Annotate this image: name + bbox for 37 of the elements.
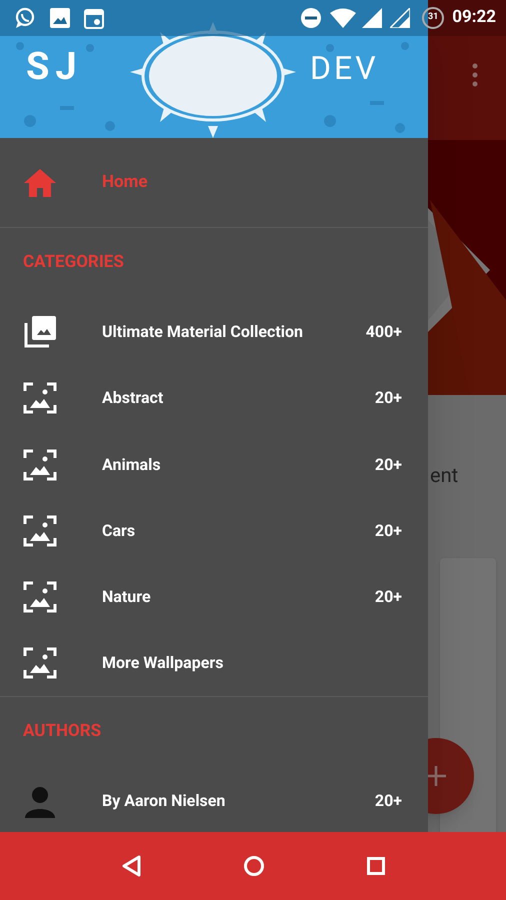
- drawer-item[interactable]: Abstract 20+: [0, 364, 428, 431]
- image-icon: [50, 8, 70, 28]
- item-count: 20+: [374, 520, 402, 542]
- drawer-item[interactable]: Cars 20+: [0, 496, 428, 564]
- do-not-disturb-icon: [300, 7, 322, 29]
- item-count: 20+: [374, 586, 402, 608]
- drawer-item[interactable]: Ultimate Material Collection 400+: [0, 298, 428, 364]
- back-icon[interactable]: [121, 855, 141, 877]
- drawer-item[interactable]: Animals 20+: [0, 430, 428, 497]
- chat-icon: [14, 7, 36, 29]
- logo-text: DEV: [310, 52, 379, 84]
- image-frame-icon: [23, 514, 57, 548]
- photo-library-icon: [23, 315, 57, 349]
- calendar-icon: [84, 7, 104, 29]
- image-frame-icon: [23, 646, 57, 680]
- item-count: 20+: [374, 387, 402, 410]
- item-count: 20+: [374, 454, 402, 476]
- home-circle-icon[interactable]: [243, 855, 265, 877]
- calendar-badge: 31: [422, 7, 444, 29]
- clock-time: 09:22: [452, 6, 496, 30]
- signal-icon: [390, 8, 410, 28]
- drawer-item[interactable]: More Wallpapers: [0, 629, 428, 696]
- body-text: ent: [430, 462, 458, 489]
- home-icon: [24, 168, 56, 196]
- drawer-item[interactable]: Nature 20+: [0, 563, 428, 630]
- item-count: 20+: [374, 790, 402, 812]
- image-frame-icon: [23, 381, 57, 416]
- image-frame-icon: [23, 580, 57, 614]
- logo-text: SJ: [26, 48, 83, 86]
- image-frame-icon: [23, 448, 57, 482]
- recents-icon[interactable]: [367, 857, 385, 875]
- signal-icon: [362, 8, 382, 28]
- section-header: AUTHORS: [22, 720, 102, 743]
- wifi-icon: [330, 8, 356, 28]
- drawer-item[interactable]: By Aaron Nielsen 20+: [0, 766, 428, 832]
- section-header: CATEGORIES: [22, 251, 125, 274]
- item-count: 400+: [366, 321, 402, 343]
